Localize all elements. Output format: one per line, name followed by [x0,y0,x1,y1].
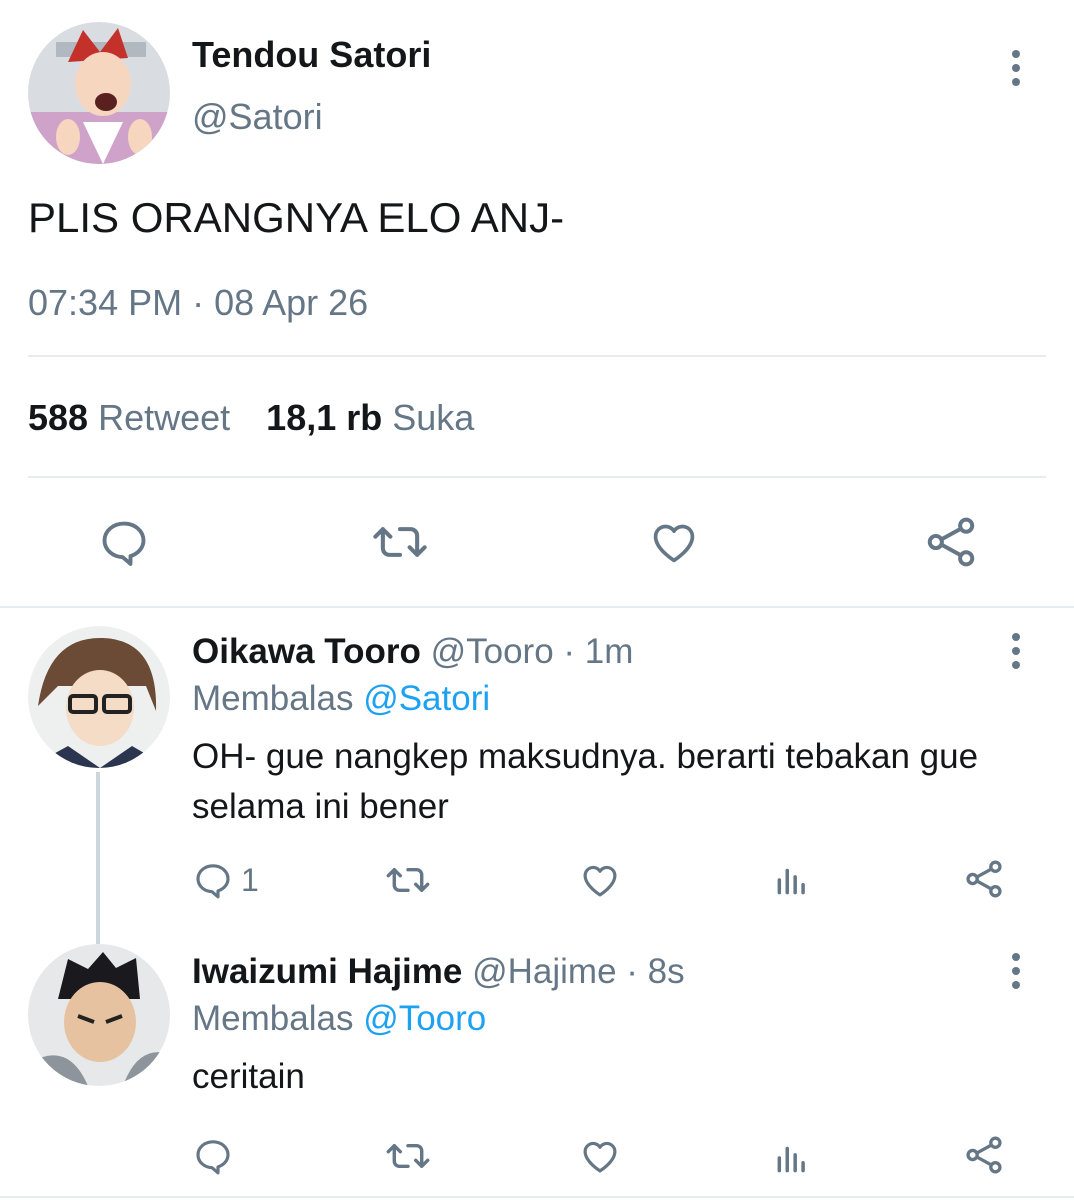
reply-button[interactable]: 1 [193,858,259,902]
reply-icon [196,864,230,899]
reply-header: Oikawa Tooro @Tooro · 1m [192,632,633,672]
author-display-name[interactable]: Tendou Satori [192,34,431,76]
retweet-icon [386,1143,430,1168]
divider [28,355,1046,357]
replying-to-label: Membalas [192,679,354,718]
retweet-icon [386,868,430,892]
retweet-button[interactable] [384,858,432,902]
like-count[interactable]: 18,1 rb [266,397,382,439]
more-dot-icon [1012,50,1020,58]
retweet-button[interactable] [384,1134,432,1178]
reply-button[interactable] [193,1134,241,1178]
reply-more-options-button[interactable] [996,626,1036,676]
replying-to: Membalas @Satori [192,679,490,719]
reply-icon [196,1140,230,1175]
reply-text: OH- gue nangkep maksudnya. berarti tebak… [192,737,979,826]
retweet-label[interactable]: Retweet [98,397,230,439]
more-dot-icon [1012,78,1020,86]
replying-to-label: Membalas [192,999,354,1038]
reply-time: · 1m [563,632,634,671]
like-icon [583,865,617,897]
thread-line [96,772,100,944]
retweet-button[interactable] [370,514,430,570]
more-dot-icon [1012,953,1020,961]
like-icon [583,1141,617,1173]
like-button[interactable] [646,514,702,570]
share-icon [966,1136,1002,1174]
more-dot-icon [1012,661,1020,669]
more-dot-icon [1012,647,1020,655]
more-dot-icon [1012,64,1020,72]
share-button[interactable] [922,514,980,570]
share-icon [927,517,975,567]
share-icon [966,860,1002,898]
replying-to: Membalas @Tooro [192,999,486,1039]
reply-header: Iwaizumi Hajime @Hajime · 8s [192,952,685,992]
more-dot-icon [1012,633,1020,641]
reply-handle[interactable]: @Hajime [472,952,616,991]
like-button[interactable] [578,858,622,902]
reply-avatar[interactable] [28,944,170,1086]
replying-to-mention[interactable]: @Tooro [363,999,486,1038]
share-button[interactable] [962,1132,1006,1178]
retweet-icon [373,527,427,557]
analytics-button[interactable] [772,1136,812,1180]
share-button[interactable] [962,856,1006,902]
reply-display-name[interactable]: Iwaizumi Hajime [192,952,462,991]
tweet-stats: 588 Retweet 18,1 rb Suka [28,397,474,439]
reply-handle[interactable]: @Tooro [431,632,554,671]
reply-more-options-button[interactable] [996,946,1036,996]
more-dot-icon [1012,967,1020,975]
analytics-button[interactable] [772,858,812,902]
tweet-text: PLIS ORANGNYA ELO ANJ- [28,194,565,241]
tweet-more-options-button[interactable] [996,43,1036,93]
reply-count: 1 [241,861,259,898]
divider [0,1196,1074,1198]
retweet-count[interactable]: 588 [28,397,88,439]
like-icon [653,524,695,563]
author-handle[interactable]: @Satori [192,96,323,138]
analytics-icon [777,1146,805,1173]
divider [0,606,1074,608]
reply-icon [102,521,146,566]
like-button[interactable] [578,1134,622,1178]
analytics-icon [777,868,805,895]
reply-time: · 8s [626,952,685,991]
reply-avatar[interactable] [28,626,170,768]
more-dot-icon [1012,981,1020,989]
divider [28,476,1046,478]
tweet-timestamp[interactable]: 07:34 PM · 08 Apr 26 [28,282,368,324]
reply-display-name[interactable]: Oikawa Tooro [192,632,421,671]
reply-button[interactable] [96,514,152,570]
replying-to-mention[interactable]: @Satori [363,679,490,718]
reply-text: ceritain [192,1057,305,1096]
like-label[interactable]: Suka [392,397,474,439]
author-avatar[interactable] [28,22,170,164]
